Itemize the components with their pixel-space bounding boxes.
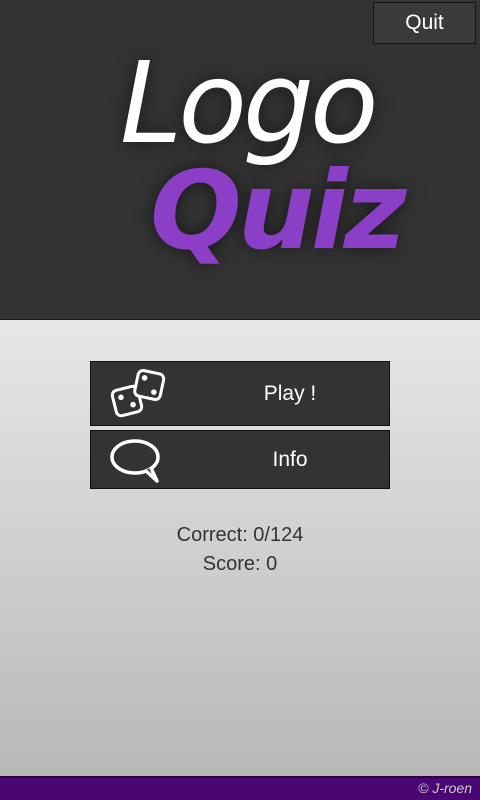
dice-icon <box>110 369 166 418</box>
footer: © J-roen <box>0 776 480 800</box>
score-value: Score: 0 <box>202 553 278 575</box>
logo-word-quiz: Quiz <box>150 149 407 274</box>
main-panel: Play ! Info Correct: 0/124 Score: 0 <box>0 320 480 776</box>
play-button[interactable]: Play ! <box>90 361 390 426</box>
copyright-text: © J-roen <box>418 780 472 796</box>
info-button-label: Info <box>272 447 308 471</box>
header: Quit Logo Quiz <box>0 0 480 320</box>
info-button[interactable]: Info <box>90 430 390 489</box>
logo-word-logo: Logo <box>120 39 379 169</box>
correct-count: Correct: 0/124 <box>176 524 304 546</box>
quit-button[interactable]: Quit <box>373 2 476 44</box>
speech-bubble-icon <box>110 439 160 483</box>
play-button-label: Play ! <box>263 381 317 405</box>
